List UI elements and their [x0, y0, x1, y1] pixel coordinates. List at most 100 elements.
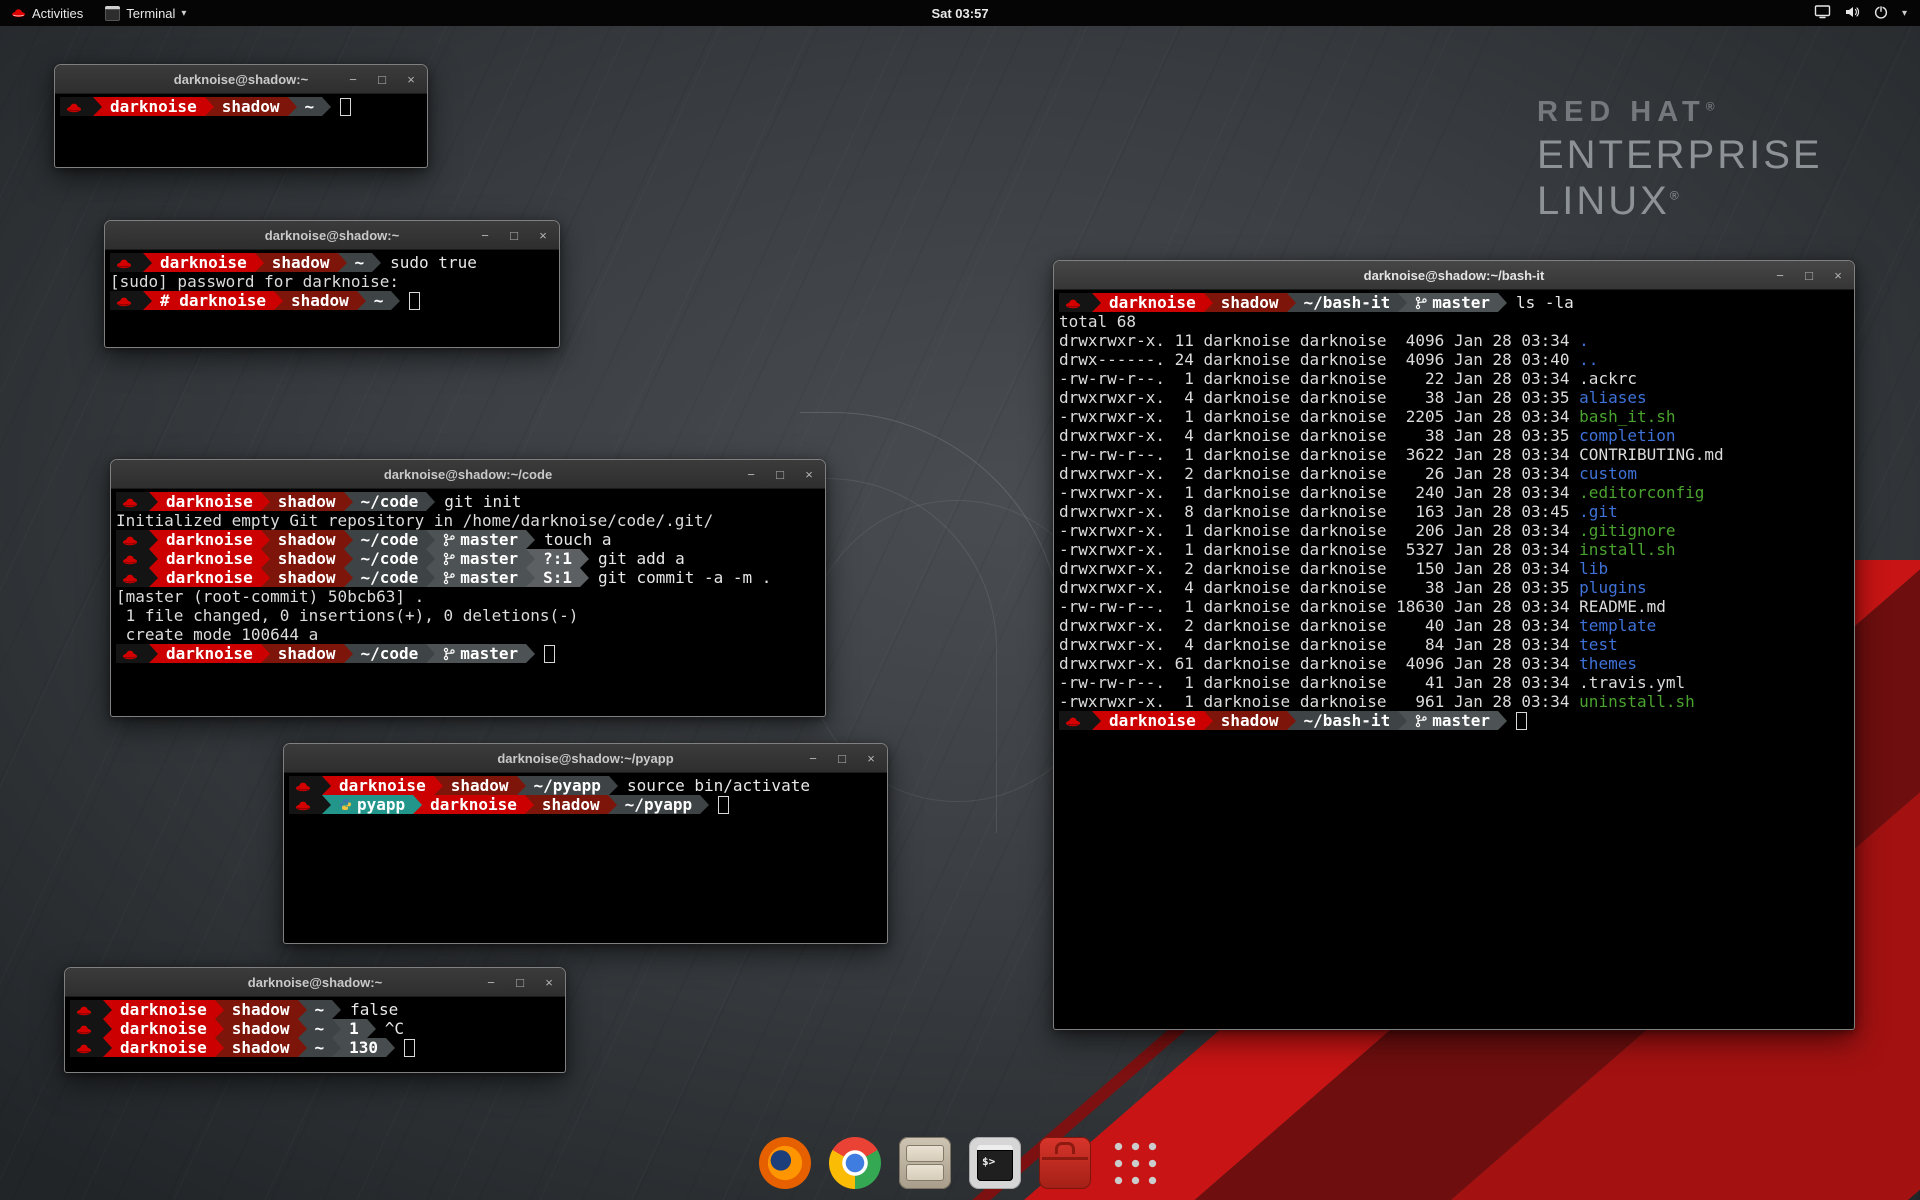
terminal-window-sudo[interactable]: darknoise@shadow:~ − □ × darknoiseshadow… [104, 220, 560, 348]
close-button[interactable]: × [802, 467, 816, 482]
prompt-segment-host: shadow [224, 1000, 298, 1019]
branch-icon [443, 552, 455, 566]
prompt-segment-ico [289, 776, 322, 795]
app-menu-terminal[interactable]: Terminal ▾ [94, 0, 197, 26]
terminal-output-line: drwxrwxr-x. 2 darknoise darknoise 150 Ja… [1059, 559, 1849, 578]
prompt-segment-host: shadow [270, 492, 344, 511]
terminal-window-pyapp[interactable]: darknoise@shadow:~/pyapp − □ × darknoise… [283, 743, 888, 944]
dock-item-chrome[interactable] [828, 1136, 882, 1190]
window-titlebar[interactable]: darknoise@shadow:~/code − □ × [111, 460, 825, 489]
dock-item-toolbox[interactable] [1038, 1136, 1092, 1190]
window-titlebar[interactable]: darknoise@shadow:~ − □ × [55, 65, 427, 94]
terminal-content[interactable]: darknoiseshadow~/bash-itmasterls -latota… [1054, 290, 1854, 733]
minimize-button[interactable]: − [484, 975, 498, 990]
powerline-arrow-icon [338, 253, 347, 272]
output-text: drwxrwxr-x. 8 darknoise darknoise 163 Ja… [1059, 502, 1579, 521]
powerline-arrow-icon [1204, 711, 1213, 730]
prompt-segment-user: darknoise [152, 253, 255, 272]
prompt-segment-gitst: S:1 [535, 568, 580, 587]
powerline-arrow-icon [344, 530, 353, 549]
window-titlebar[interactable]: darknoise@shadow:~/pyapp − □ × [284, 744, 887, 773]
prompt-segment-ico [116, 530, 149, 549]
window-titlebar[interactable]: darknoise@shadow:~ − □ × [65, 968, 565, 997]
output-text: 1 file changed, 0 insertions(+), 0 delet… [116, 606, 578, 625]
clock[interactable]: Sat 03:57 [931, 6, 988, 21]
maximize-button[interactable]: □ [375, 72, 389, 87]
output-text: install.sh [1579, 540, 1675, 559]
minimize-button[interactable]: − [478, 228, 492, 243]
powerline-arrow-icon [261, 549, 270, 568]
terminal-output-line: -rw-rw-r--. 1 darknoise darknoise 3622 J… [1059, 445, 1849, 464]
window-title: darknoise@shadow:~ [265, 228, 399, 243]
terminal-output-line: -rwxrwxr-x. 1 darknoise darknoise 206 Ja… [1059, 521, 1849, 540]
prompt-segment-path: ~ [307, 1038, 333, 1057]
terminal-content[interactable]: darknoiseshadow~ [55, 94, 427, 119]
redhat-icon [116, 257, 132, 269]
powerline-arrow-icon [143, 291, 152, 310]
powerline-arrow-icon [344, 644, 353, 663]
maximize-button[interactable]: □ [1802, 268, 1816, 283]
minimize-button[interactable]: − [744, 467, 758, 482]
window-title: darknoise@shadow:~/code [384, 467, 552, 482]
output-text: .. [1579, 350, 1598, 369]
terminal-window-bash-it[interactable]: darknoise@shadow:~/bash-it − □ × darknoi… [1053, 260, 1855, 1030]
prompt-segment-user: darknoise [158, 568, 261, 587]
output-text: CONTRIBUTING.md [1579, 445, 1724, 464]
close-button[interactable]: × [864, 751, 878, 766]
dock-item-firefox[interactable] [758, 1136, 812, 1190]
terminal-window-code[interactable]: darknoise@shadow:~/code − □ × darknoise s… [110, 459, 826, 717]
terminal-window-home-b[interactable]: darknoise@shadow:~ − □ × darknoiseshadow… [64, 967, 566, 1073]
maximize-button[interactable]: □ [835, 751, 849, 766]
terminal-output-line: drwxrwxr-x. 4 darknoise darknoise 38 Jan… [1059, 388, 1849, 407]
close-button[interactable]: × [536, 228, 550, 243]
window-titlebar[interactable]: darknoise@shadow:~/bash-it − □ × [1054, 261, 1854, 290]
window-titlebar[interactable]: darknoise@shadow:~ − □ × [105, 221, 559, 250]
powerline-arrow-icon [149, 530, 158, 549]
powerline-arrow-icon [1498, 711, 1507, 730]
powerline-arrow-icon [298, 1019, 307, 1038]
output-text: -rw-rw-r--. 1 darknoise darknoise 41 Jan… [1059, 673, 1579, 692]
terminal-content[interactable]: darknoiseshadow~/pyappsource bin/activat… [284, 773, 887, 817]
prompt-segment-user: darknoise [1101, 293, 1204, 312]
prompt-segment-git: master [435, 568, 526, 587]
output-text: -rwxrwxr-x. 1 darknoise darknoise 2205 J… [1059, 407, 1579, 426]
command-text: sudo true [390, 253, 477, 272]
activities-button[interactable]: Activities [0, 0, 94, 26]
minimize-button[interactable]: − [1773, 268, 1787, 283]
dock-item-terminal[interactable] [968, 1136, 1022, 1190]
maximize-button[interactable]: □ [507, 228, 521, 243]
power-icon [1873, 4, 1889, 23]
minimize-button[interactable]: − [806, 751, 820, 766]
powerline-arrow-icon [372, 253, 381, 272]
output-text: drwxrwxr-x. 4 darknoise darknoise 84 Jan… [1059, 635, 1579, 654]
close-button[interactable]: × [404, 72, 418, 87]
close-button[interactable]: × [1831, 268, 1845, 283]
powerline-arrow-icon [526, 549, 535, 568]
prompt-segment-host: shadow [1213, 293, 1287, 312]
redhat-icon [122, 572, 138, 584]
prompt-segment-git: master [435, 530, 526, 549]
terminal-content[interactable]: darknoiseshadow~sudo true[sudo] password… [105, 250, 559, 313]
prompt-segment-host: shadow [270, 530, 344, 549]
close-button[interactable]: × [542, 975, 556, 990]
dock-item-files[interactable] [898, 1136, 952, 1190]
maximize-button[interactable]: □ [513, 975, 527, 990]
powerline-arrow-icon [517, 776, 526, 795]
terminal-window-home-a[interactable]: darknoise@shadow:~ − □ × darknoiseshadow… [54, 64, 428, 168]
terminal-content[interactable]: darknoiseshadow~/codegit initInitialized… [111, 489, 825, 666]
maximize-button[interactable]: □ [773, 467, 787, 482]
powerline-arrow-icon [332, 1038, 341, 1057]
powerline-arrow-icon [215, 1000, 224, 1019]
output-text: completion [1579, 426, 1675, 445]
system-status-area[interactable]: ▾ [1814, 0, 1920, 26]
output-text: drwxrwxr-x. 2 darknoise darknoise 26 Jan… [1059, 464, 1579, 483]
powerline-arrow-icon [103, 1038, 112, 1057]
terminal-content[interactable]: darknoiseshadow~falsedarknoiseshadow~1^C… [65, 997, 565, 1060]
powerline-arrow-icon [298, 1000, 307, 1019]
dock-item-appgrid[interactable] [1108, 1136, 1162, 1190]
redhat-icon [1065, 715, 1081, 727]
powerline-arrow-icon [609, 776, 618, 795]
command-text: git add a [598, 549, 685, 568]
prompt-segment-host: shadow [224, 1019, 298, 1038]
minimize-button[interactable]: − [346, 72, 360, 87]
